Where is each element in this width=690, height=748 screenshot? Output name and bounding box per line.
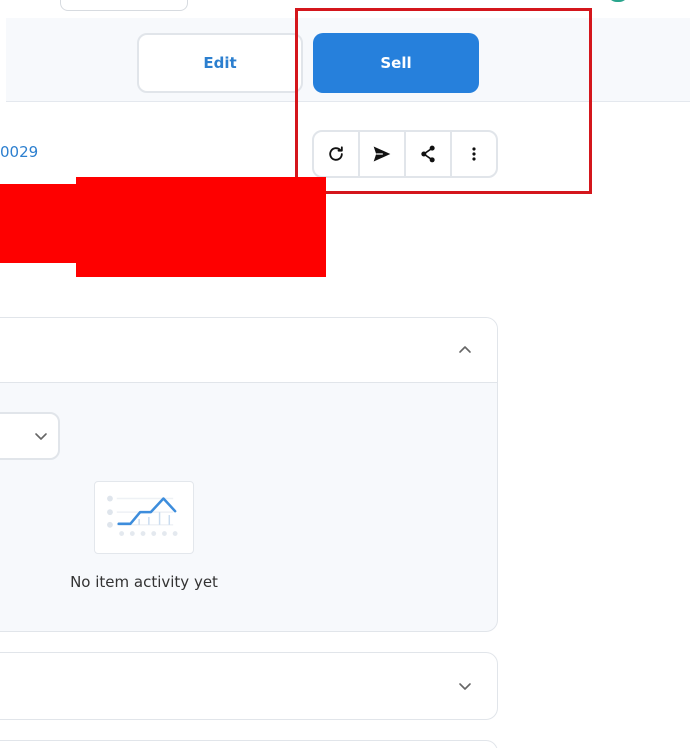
status-dot (607, 0, 629, 2)
activity-filter-select[interactable] (0, 412, 60, 460)
top-field-stub[interactable] (60, 0, 188, 11)
next-section-card[interactable] (0, 740, 498, 748)
collapsed-section-card[interactable] (0, 652, 498, 720)
activity-card-header[interactable] (0, 318, 497, 383)
chevron-down-icon (33, 428, 49, 444)
more-button[interactable] (452, 132, 496, 176)
send-button[interactable] (360, 132, 406, 176)
share-icon (421, 145, 435, 163)
item-actions-group (312, 130, 498, 178)
item-id-link[interactable]: 0029 (0, 143, 38, 161)
redaction-block (76, 177, 326, 277)
edit-button[interactable]: Edit (137, 33, 303, 93)
sell-button-label: Sell (380, 54, 412, 72)
page: Edit Sell 0029 No item activity yet (0, 0, 690, 748)
redaction-block (0, 184, 78, 263)
share-button[interactable] (406, 132, 452, 176)
activity-empty-message: No item activity yet (70, 573, 218, 591)
activity-empty-icon (94, 481, 194, 554)
sell-button[interactable]: Sell (313, 33, 479, 93)
more-vertical-icon (472, 147, 476, 161)
send-icon (373, 146, 391, 162)
chevron-up-icon[interactable] (457, 342, 473, 358)
chevron-down-icon[interactable] (457, 678, 473, 694)
refresh-icon (329, 146, 343, 161)
edit-button-label: Edit (203, 54, 237, 72)
refresh-button[interactable] (314, 132, 360, 176)
activity-card: No item activity yet (0, 317, 498, 632)
